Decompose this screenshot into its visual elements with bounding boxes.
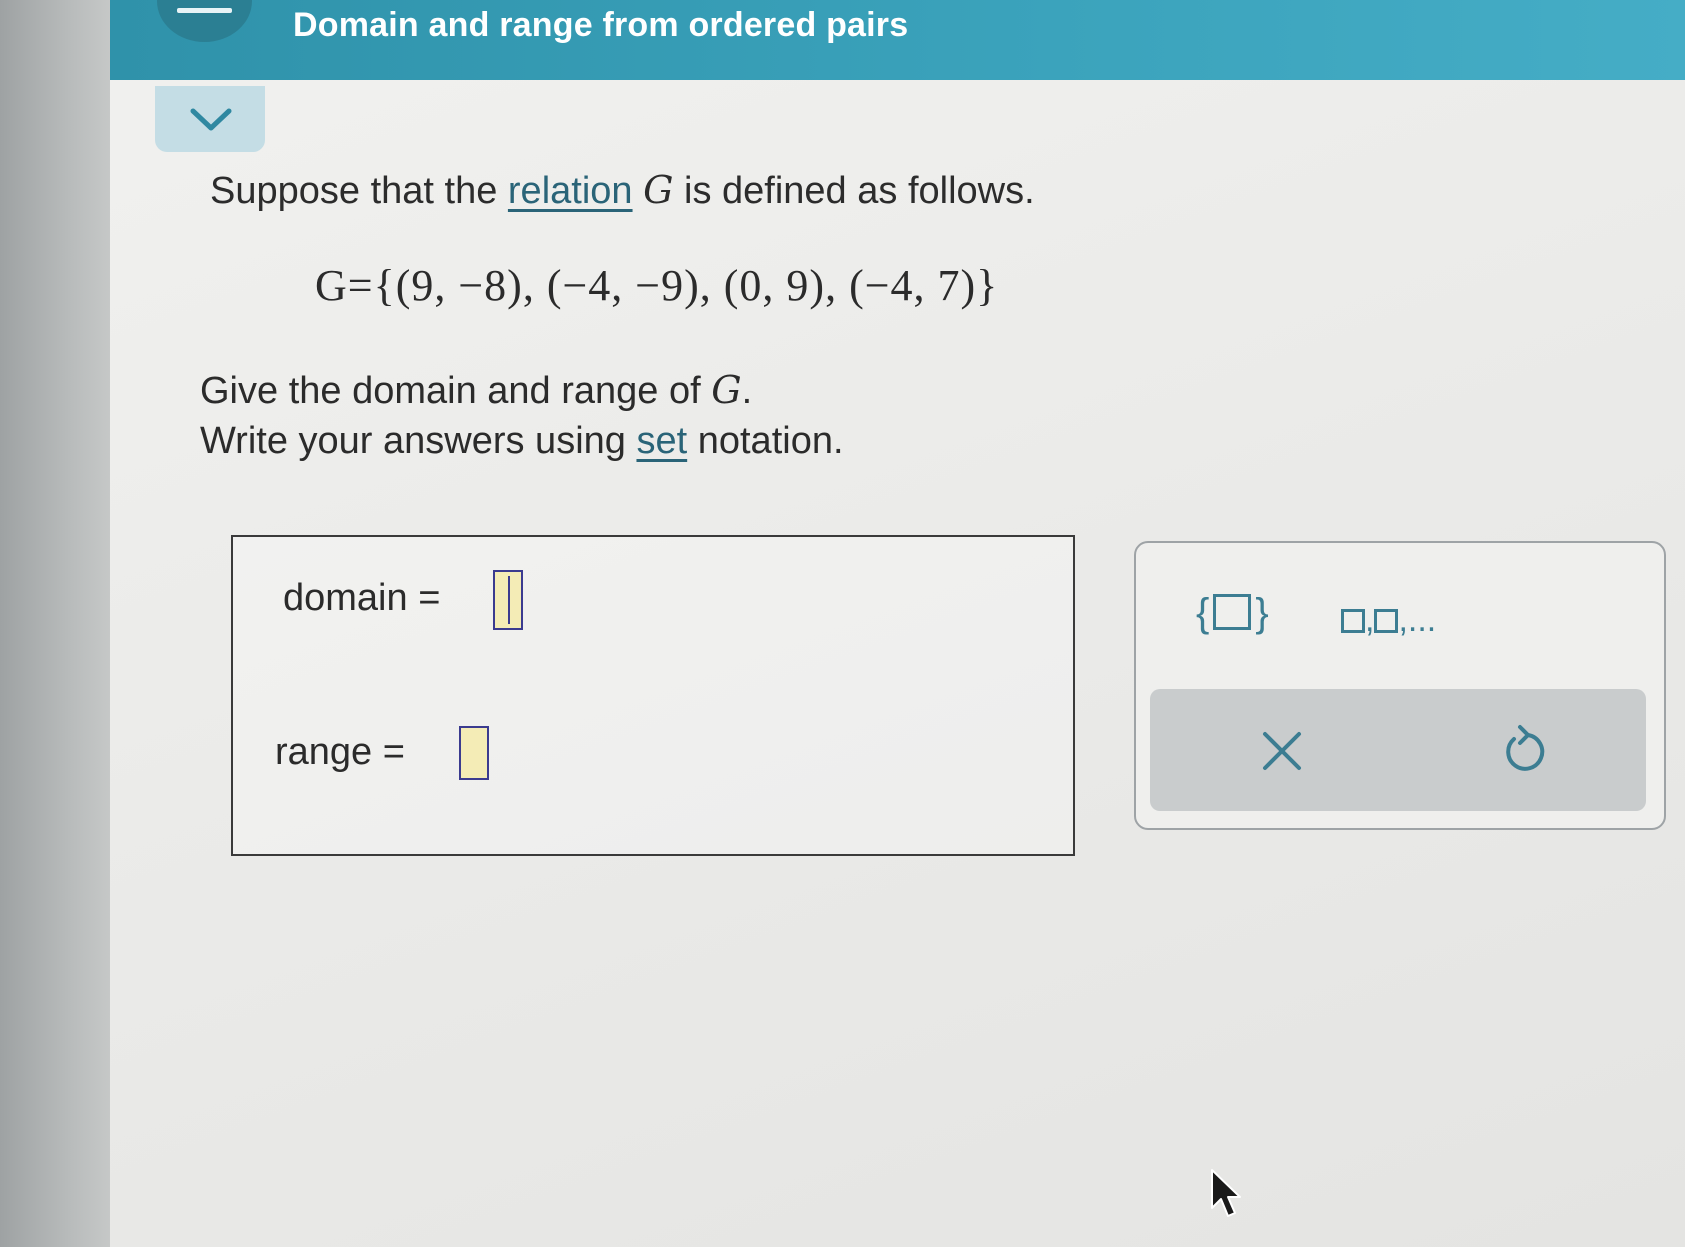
notation-text: Write your answers using set notation. xyxy=(200,420,844,463)
empty-box-icon xyxy=(1213,594,1252,630)
undo-icon xyxy=(1506,725,1545,771)
list-box-icon xyxy=(1374,609,1399,633)
instruction-suffix: . xyxy=(741,370,753,412)
domain-label: domain = xyxy=(283,577,441,619)
keypad-action-bar xyxy=(1150,689,1646,811)
notation-prefix: Write your answers using xyxy=(200,420,637,462)
list-key-separator: , xyxy=(1365,601,1375,639)
set-key-close-brace: } xyxy=(1255,591,1269,635)
math-keypad: {} ,,... xyxy=(1134,541,1666,830)
close-icon xyxy=(1263,732,1301,770)
domain-input[interactable] xyxy=(493,570,523,630)
undo-button[interactable] xyxy=(1492,719,1556,783)
range-label: range = xyxy=(275,731,405,773)
notation-suffix: notation. xyxy=(687,420,844,462)
list-box-icon xyxy=(1341,609,1365,633)
clear-button[interactable] xyxy=(1250,719,1314,783)
screen-bezel xyxy=(0,0,120,1247)
instruction-variable: G xyxy=(711,368,742,412)
page-title: Domain and range from ordered pairs xyxy=(293,6,909,44)
mouse-pointer-icon xyxy=(1211,1169,1241,1217)
relation-variable: G xyxy=(643,168,674,212)
range-input[interactable] xyxy=(459,726,489,780)
instruction-text: Give the domain and range of G. xyxy=(200,368,752,413)
answer-panel: domain = range = xyxy=(231,535,1075,856)
chevron-down-icon xyxy=(190,108,232,131)
intro-text: Suppose that the xyxy=(210,170,508,212)
intro-suffix: is defined as follows. xyxy=(673,170,1035,212)
relation-equation: G={(9, −8), (−4, −9), (0, 9), (−4, 7)} xyxy=(315,261,999,310)
set-braces-key[interactable]: {} xyxy=(1196,591,1269,636)
instruction-prefix: Give the domain and range of xyxy=(200,370,712,412)
collapse-toggle-button[interactable] xyxy=(155,86,265,152)
set-key-open-brace: { xyxy=(1196,591,1210,635)
list-key[interactable]: ,,... xyxy=(1341,601,1436,640)
menu-icon xyxy=(177,8,232,13)
problem-intro: Suppose that the relation G is defined a… xyxy=(210,168,1035,213)
relation-link[interactable]: relation xyxy=(508,170,633,212)
set-link[interactable]: set xyxy=(636,420,687,462)
list-key-ellipsis: ,... xyxy=(1398,601,1437,639)
